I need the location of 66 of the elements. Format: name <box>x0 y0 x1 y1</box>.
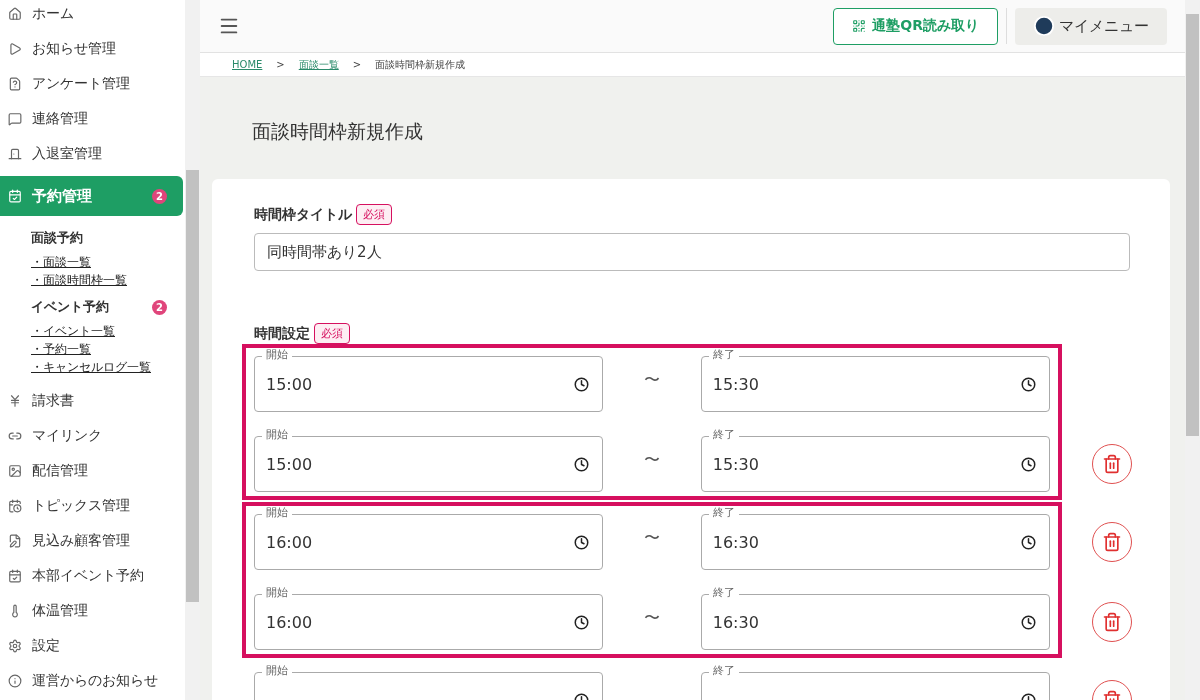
time-value: 15:00 <box>266 374 314 394</box>
field-label: 終了 <box>708 664 739 678</box>
my-menu-button[interactable]: マイメニュー <box>1015 7 1167 45</box>
breadcrumb-link[interactable]: 面談一覧 <box>298 57 339 72</box>
sidebar-item[interactable]: 運営からのお知らせ <box>0 663 185 698</box>
time-value: 16:30 <box>712 612 760 632</box>
field-label: 開始 <box>262 506 292 520</box>
sidebar-item[interactable]: ホーム <box>0 0 185 31</box>
sidebar-item[interactable]: アンケート管理 <box>0 66 185 101</box>
submenu-link[interactable]: ・予約一覧 <box>31 340 91 358</box>
breadcrumb-separator: > <box>276 59 285 70</box>
field-label: 開始 <box>262 348 292 362</box>
required-tag: 必須 <box>314 323 350 344</box>
field-label: 終了 <box>708 506 739 520</box>
time-field[interactable]: 終了 16:30 <box>700 586 1050 650</box>
submenu-link[interactable]: ・面談時間枠一覧 <box>31 271 127 289</box>
field-label: 時間設定 <box>254 324 310 343</box>
sidebar-item[interactable]: マイリンク <box>0 418 185 453</box>
time-field[interactable]: 終了 16:30 <box>700 506 1050 570</box>
sidebar-item[interactable]: 入退室管理 <box>0 136 185 171</box>
count-badge: 2 <box>152 188 167 204</box>
sidebar-item[interactable]: 配信管理 <box>0 453 185 488</box>
time-field[interactable]: 開始 16:00 <box>254 586 604 650</box>
time-value: 15:30 <box>712 454 760 474</box>
submenu-link[interactable]: ・面談一覧 <box>31 253 91 271</box>
field-label: 時間枠タイトル <box>254 205 352 224</box>
tilde: 〜 <box>643 607 661 629</box>
sidebar-item[interactable]: 体温管理 <box>0 593 185 628</box>
time-value: 16:00 <box>266 532 314 552</box>
field-label: 終了 <box>708 428 739 442</box>
field-label: 開始 <box>262 664 292 678</box>
submenu-heading: イベント予約 <box>31 298 109 316</box>
time-value: 16:00 <box>266 612 314 632</box>
sidebar-item[interactable]: 予約管理 2 <box>0 176 183 216</box>
time-field[interactable]: 終了 15:30 <box>700 428 1050 492</box>
time-field[interactable]: 開始 16:00 <box>254 506 604 570</box>
breadcrumb-separator: > <box>352 59 362 70</box>
time-field[interactable]: 終了 15:30 <box>700 348 1050 412</box>
sidebar-item[interactable]: トピックス管理 <box>0 488 185 523</box>
breadcrumb-link[interactable]: HOME <box>232 59 263 70</box>
time-field[interactable]: 開始 15:00 <box>254 348 604 412</box>
sidebar-item[interactable]: 設定 <box>0 628 185 663</box>
field-label: 開始 <box>262 428 292 442</box>
submenu-link[interactable]: ・キャンセルログ一覧 <box>31 358 151 376</box>
time-value: 15:00 <box>266 454 314 474</box>
sidebar-item[interactable]: お知らせ管理 <box>0 31 185 66</box>
count-badge: 2 <box>152 299 167 315</box>
sidebar-item[interactable]: 請求書 <box>0 383 185 418</box>
submenu-heading: 面談予約 <box>31 229 83 247</box>
time-field[interactable]: 開始 15:00 <box>254 428 604 492</box>
tilde: 〜 <box>643 369 661 391</box>
field-label: 開始 <box>262 586 292 600</box>
time-value: 15:30 <box>712 374 760 394</box>
sidebar-item[interactable]: 本部イベント予約 <box>0 558 185 593</box>
tilde: 〜 <box>643 527 661 549</box>
field-label: 終了 <box>708 348 739 362</box>
field-label: 終了 <box>708 586 739 600</box>
title-input[interactable]: 同時間帯あり2人 <box>254 233 1130 271</box>
sidebar-item[interactable]: 連絡管理 <box>0 101 185 136</box>
submenu-link[interactable]: ・イベント一覧 <box>31 322 115 340</box>
sidebar-item[interactable]: 見込み顧客管理 <box>0 523 185 558</box>
page-title: 面談時間枠新規作成 <box>252 119 424 144</box>
tilde: 〜 <box>643 449 661 471</box>
time-value: 16:30 <box>712 532 760 552</box>
required-tag: 必須 <box>356 204 392 225</box>
breadcrumb-current: 面談時間枠新規作成 <box>375 57 466 72</box>
